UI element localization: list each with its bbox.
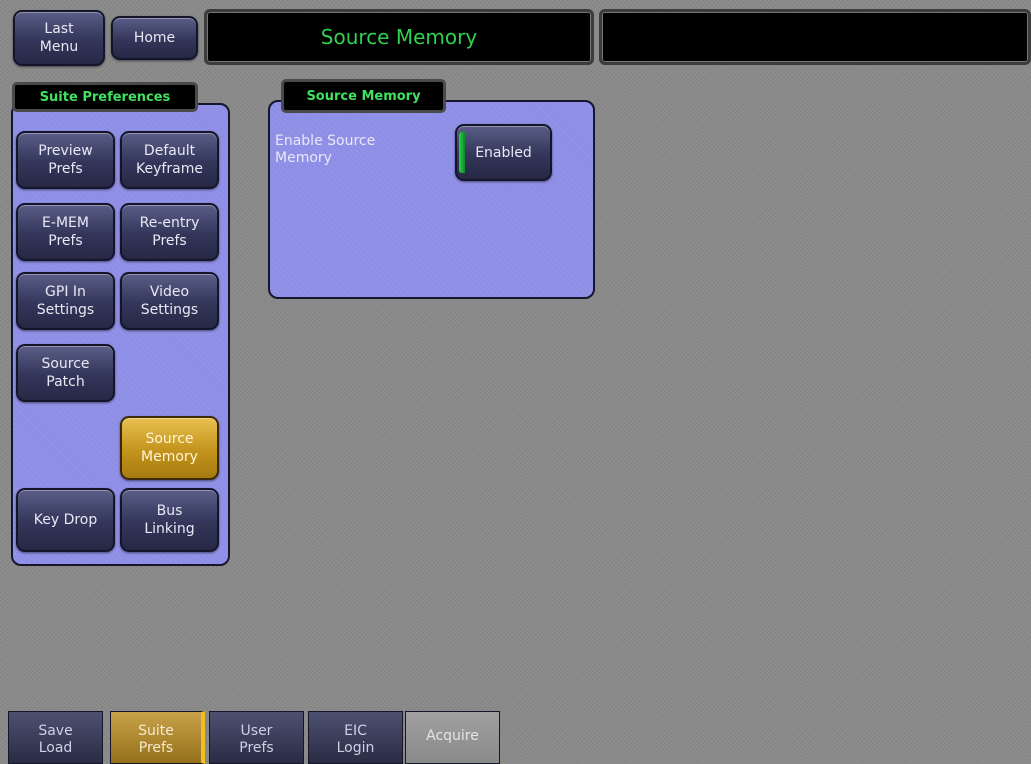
bus-linking-button[interactable]: Bus Linking (120, 488, 219, 552)
tab-eic-login[interactable]: EIC Login (308, 711, 403, 764)
tab-acquire[interactable]: Acquire (405, 711, 500, 764)
e-mem-prefs-button[interactable]: E-MEM Prefs (16, 203, 115, 261)
preview-prefs-button[interactable]: Preview Prefs (16, 131, 115, 189)
video-settings-button[interactable]: Video Settings (120, 272, 219, 330)
source-patch-button[interactable]: Source Patch (16, 344, 115, 402)
re-entry-prefs-button[interactable]: Re-entry Prefs (120, 203, 219, 261)
top-bar: Last Menu Home Source Memory (0, 0, 1031, 68)
page-title: Source Memory (204, 9, 594, 65)
last-menu-button[interactable]: Last Menu (13, 10, 105, 66)
toggle-indicator-icon (459, 132, 465, 173)
suite-preferences-title: Suite Preferences (12, 82, 198, 112)
source-memory-panel-title: Source Memory (281, 79, 446, 113)
enable-source-memory-toggle[interactable]: Enabled (455, 124, 552, 181)
key-drop-button[interactable]: Key Drop (16, 488, 115, 552)
gpi-in-settings-button[interactable]: GPI In Settings (16, 272, 115, 330)
tab-save-load[interactable]: Save Load (8, 711, 103, 764)
source-memory-button[interactable]: Source Memory (120, 416, 219, 480)
status-display (599, 9, 1031, 65)
enable-source-memory-label: Enable Source Memory (275, 133, 376, 166)
tab-user-prefs[interactable]: User Prefs (209, 711, 304, 764)
home-button[interactable]: Home (111, 16, 198, 60)
default-keyframe-button[interactable]: Default Keyframe (120, 131, 219, 189)
toggle-value: Enabled (475, 144, 532, 161)
tab-suite-prefs[interactable]: Suite Prefs (110, 711, 205, 764)
